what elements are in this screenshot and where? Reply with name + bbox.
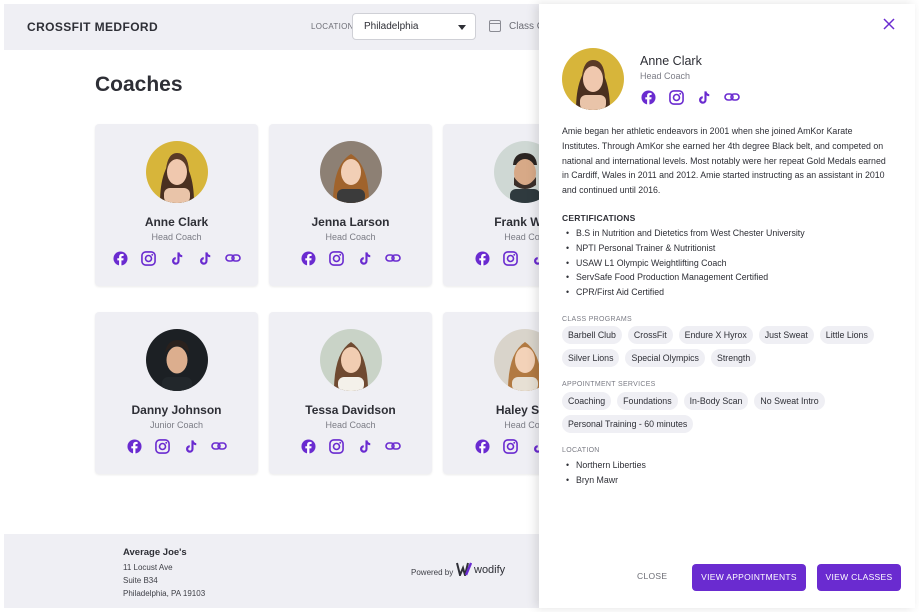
calendar-icon[interactable] <box>489 20 501 32</box>
coach-card[interactable]: Jenna Larson Head Coach <box>269 124 432 286</box>
certifications-heading: CERTIFICATIONS <box>562 213 636 223</box>
facebook-icon[interactable] <box>475 250 491 266</box>
wodify-logo-icon <box>456 562 473 581</box>
coach-role: Head Coach <box>640 71 691 81</box>
instagram-icon[interactable] <box>503 250 519 266</box>
tiktok-icon[interactable] <box>696 89 712 105</box>
list-item: ServSafe Food Production Management Cert… <box>562 270 892 285</box>
footer-address-line: 11 Locust Ave <box>123 563 173 572</box>
instagram-icon[interactable] <box>141 250 157 266</box>
program-chip[interactable]: Barbell Club <box>562 326 622 344</box>
link-icon[interactable] <box>384 250 401 266</box>
location-select-value: Philadelphia <box>364 21 419 32</box>
link-icon[interactable] <box>210 438 227 454</box>
tiktok-icon[interactable] <box>197 250 213 266</box>
program-chip[interactable]: Special Olympics <box>625 349 705 367</box>
service-chip[interactable]: Personal Training - 60 minutes <box>562 415 694 433</box>
location-heading: LOCATION <box>562 447 600 454</box>
service-chip[interactable]: In-Body Scan <box>683 392 749 410</box>
avatar <box>319 329 382 391</box>
facebook-icon[interactable] <box>301 250 317 266</box>
program-chip[interactable]: Strength <box>710 349 757 367</box>
list-item: NPTI Personal Trainer & Nutritionist <box>562 241 892 256</box>
close-icon[interactable] <box>881 16 897 32</box>
service-chip[interactable]: Foundations <box>617 392 678 410</box>
avatar <box>145 141 208 203</box>
avatar <box>562 48 624 110</box>
tiktok-icon[interactable] <box>183 438 199 454</box>
instagram-icon[interactable] <box>503 438 519 454</box>
program-chip[interactable]: Just Sweat <box>758 326 814 344</box>
class-programs-heading: CLASS PROGRAMS <box>562 316 632 323</box>
avatar <box>145 329 208 391</box>
gym-brand: CROSSFIT MEDFORD <box>27 20 159 34</box>
coach-role: Head Coach <box>325 232 376 242</box>
program-chip[interactable]: CrossFit <box>627 326 673 344</box>
list-item: Northern Liberties <box>562 458 892 473</box>
location-select[interactable]: Philadelphia <box>352 13 476 40</box>
list-item: Bryn Mawr <box>562 473 892 488</box>
coach-name: Jenna Larson <box>311 215 390 229</box>
location-label: LOCATION <box>311 22 354 31</box>
service-chip[interactable]: No Sweat Intro <box>754 392 825 410</box>
list-item: USAW L1 Olympic Weightlifting Coach <box>562 256 892 271</box>
instagram-icon[interactable] <box>155 438 171 454</box>
chevron-down-icon <box>458 25 466 30</box>
facebook-icon[interactable] <box>475 438 491 454</box>
program-chip[interactable]: Silver Lions <box>562 349 620 367</box>
footer-address-line: Philadelphia, PA 19103 <box>123 589 206 598</box>
instagram-icon[interactable] <box>329 250 345 266</box>
footer-address-line: Suite B34 <box>123 576 158 585</box>
list-item: CPR/First Aid Certified <box>562 285 892 300</box>
coach-card[interactable]: Tessa Davidson Head Coach <box>269 312 432 474</box>
tiktok-icon[interactable] <box>357 250 373 266</box>
coach-card[interactable]: Anne Clark Head Coach <box>95 124 258 286</box>
coach-role: Head Coach <box>151 232 202 242</box>
view-appointments-button[interactable]: VIEW APPOINTMENTS <box>692 564 806 591</box>
page-title: Coaches <box>95 73 183 96</box>
close-button[interactable]: CLOSE <box>637 571 667 581</box>
coach-bio: Amie began her athletic endeavors in 200… <box>562 126 886 196</box>
appointment-services-heading: APPOINTMENT SERVICES <box>562 381 656 388</box>
service-chip[interactable]: Coaching <box>562 392 612 410</box>
link-icon[interactable] <box>224 250 241 266</box>
program-chip[interactable]: Endure X Hyrox <box>678 326 753 344</box>
footer-gym-name: Average Joe's <box>123 547 187 558</box>
tiktok-icon[interactable] <box>169 250 185 266</box>
instagram-icon[interactable] <box>668 89 684 105</box>
appointment-services-list: Coaching Foundations In-Body Scan No Swe… <box>562 392 902 433</box>
coach-detail-panel: Anne Clark Head Coach Amie began her ath… <box>539 4 915 608</box>
coach-name: Tessa Davidson <box>305 403 396 417</box>
tiktok-icon[interactable] <box>357 438 373 454</box>
coach-card[interactable]: Danny Johnson Junior Coach <box>95 312 258 474</box>
facebook-icon[interactable] <box>301 438 317 454</box>
coach-role: Head Coach <box>325 420 376 430</box>
facebook-icon[interactable] <box>127 438 143 454</box>
instagram-icon[interactable] <box>329 438 345 454</box>
class-programs-list: Barbell Club CrossFit Endure X Hyrox Jus… <box>562 326 902 367</box>
powered-by-label: Powered by <box>411 568 454 577</box>
facebook-icon[interactable] <box>640 89 656 105</box>
coach-role: Junior Coach <box>149 420 204 430</box>
certifications-list: B.S in Nutrition and Dietetics from West… <box>562 226 892 300</box>
location-list: Northern Liberties Bryn Mawr <box>562 458 892 488</box>
avatar <box>319 141 382 203</box>
link-icon[interactable] <box>724 89 740 105</box>
wodify-brand[interactable]: wodify <box>474 564 505 576</box>
list-item: B.S in Nutrition and Dietetics from West… <box>562 226 892 241</box>
facebook-icon[interactable] <box>113 250 129 266</box>
coach-name: Danny Johnson <box>131 403 222 417</box>
coach-name: Anne Clark <box>144 215 209 229</box>
coach-name: Anne Clark <box>640 54 702 68</box>
link-icon[interactable] <box>384 438 401 454</box>
view-classes-button[interactable]: VIEW CLASSES <box>817 564 901 591</box>
program-chip[interactable]: Little Lions <box>819 326 874 344</box>
